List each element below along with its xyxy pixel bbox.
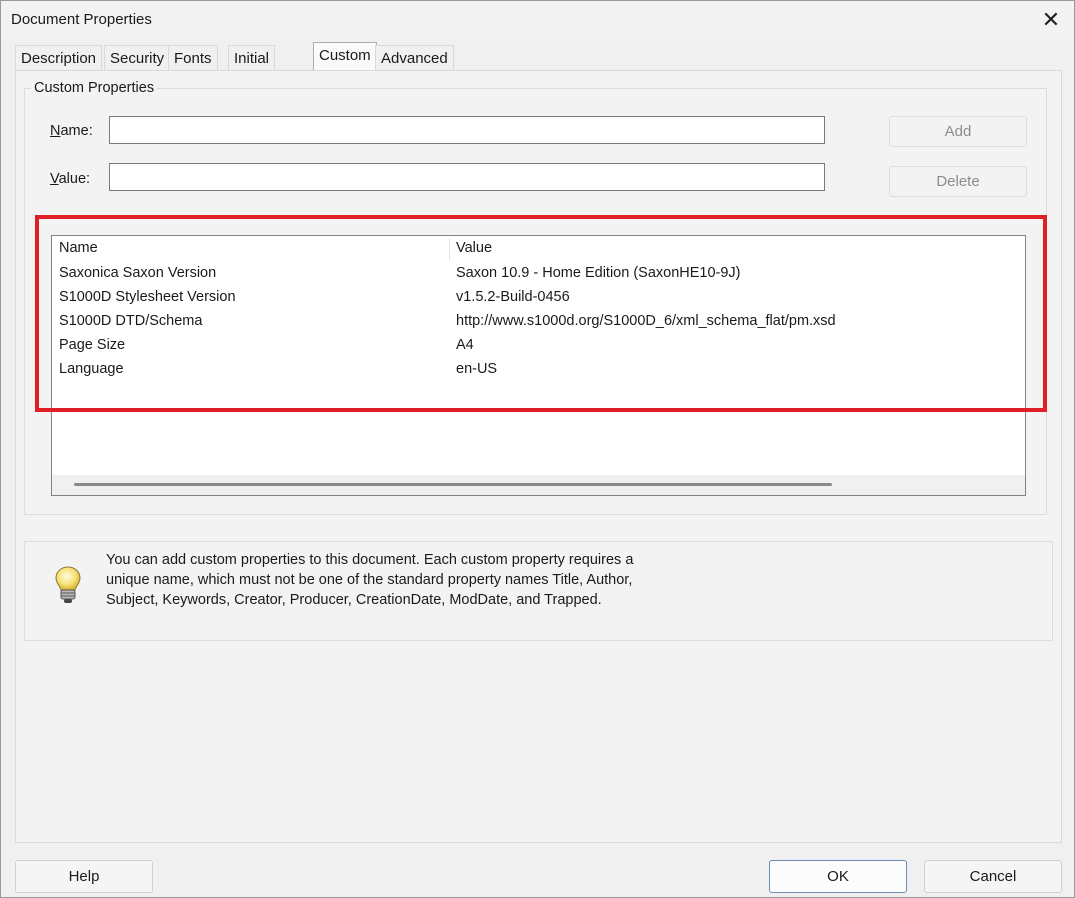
help-button[interactable]: Help (15, 860, 153, 893)
row-name: Page Size (59, 337, 126, 353)
column-separator[interactable] (449, 238, 450, 260)
row-value: A4 (456, 337, 474, 353)
tab-custom[interactable]: Custom (313, 42, 377, 70)
row-name: Language (59, 361, 124, 377)
list-row[interactable]: S1000D DTD/Schema http://www.s1000d.org/… (52, 309, 1025, 333)
value-label: Value: (50, 171, 91, 187)
custom-properties-list[interactable]: Name Value Saxonica Saxon Version Saxon … (51, 235, 1026, 496)
row-name: S1000D Stylesheet Version (59, 289, 236, 305)
list-header: Name Value (52, 236, 1025, 260)
list-row[interactable]: Saxonica Saxon Version Saxon 10.9 - Home… (52, 261, 1025, 285)
name-label: Name: (50, 123, 93, 139)
group-title: Custom Properties (31, 80, 158, 96)
row-name: Saxonica Saxon Version (59, 265, 217, 281)
tab-fonts[interactable]: Fonts (168, 45, 218, 70)
window-title: Document Properties (11, 11, 152, 28)
name-field[interactable] (109, 116, 825, 144)
tip-box: You can add custom properties to this do… (24, 541, 1053, 641)
tab-advanced[interactable]: Advanced (375, 45, 454, 70)
cancel-button[interactable]: Cancel (924, 860, 1062, 893)
row-value: v1.5.2-Build-0456 (456, 289, 570, 305)
custom-tab-page: Custom Properties Name: Value: Add Delet… (15, 70, 1062, 843)
close-icon[interactable]: ✕ (1034, 3, 1068, 37)
list-row[interactable]: Language en-US (52, 357, 1025, 381)
add-button[interactable]: Add (889, 116, 1027, 147)
value-field[interactable] (109, 163, 825, 191)
list-row[interactable]: Page Size A4 (52, 333, 1025, 357)
lightbulb-icon (55, 566, 81, 608)
tab-initial-view[interactable]: Initial View (228, 45, 276, 92)
delete-button[interactable]: Delete (889, 166, 1027, 197)
title-bar: Document Properties ✕ (1, 1, 1074, 39)
column-header-value[interactable]: Value (456, 240, 492, 256)
row-value: Saxon 10.9 - Home Edition (SaxonHE10-9J) (456, 265, 741, 281)
row-name: S1000D DTD/Schema (59, 313, 203, 329)
horizontal-scrollbar[interactable] (52, 475, 1025, 495)
row-value: en-US (456, 361, 498, 377)
tab-security[interactable]: Security (104, 45, 171, 70)
row-value: http://www.s1000d.org/S1000D_6/xml_schem… (456, 313, 836, 329)
list-row[interactable]: S1000D Stylesheet Version v1.5.2-Build-0… (52, 285, 1025, 309)
scrollbar-thumb[interactable] (74, 483, 832, 486)
document-properties-dialog: Document Properties ✕ Description Securi… (0, 0, 1075, 898)
ok-button[interactable]: OK (769, 860, 907, 893)
column-header-name[interactable]: Name (59, 240, 98, 256)
tip-text: You can add custom properties to this do… (106, 552, 634, 608)
tab-description[interactable]: Description (15, 45, 103, 70)
custom-properties-group: Custom Properties Name: Value: Add Delet… (24, 80, 1047, 515)
